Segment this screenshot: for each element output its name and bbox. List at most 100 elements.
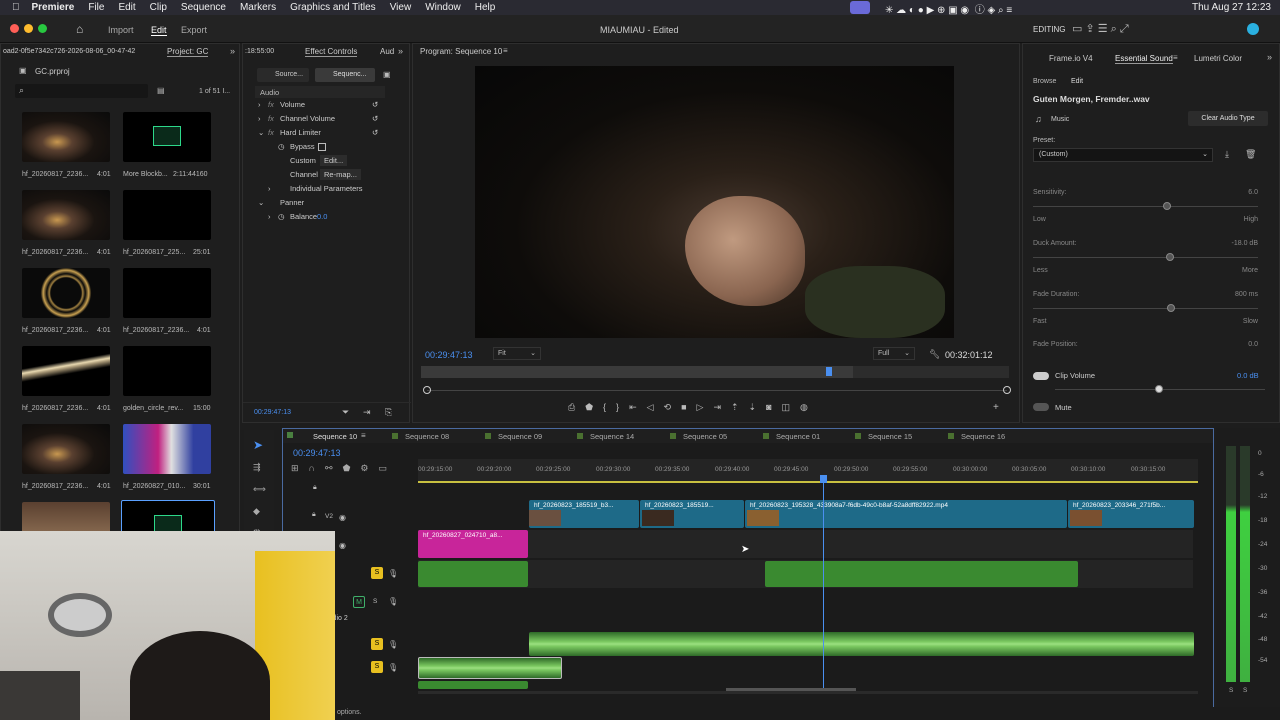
tab-sequence-16[interactable]: Sequence 16 [961, 432, 1005, 441]
panel-layout-icon[interactable]: ▣ [383, 70, 391, 79]
tab-sequence-05[interactable]: Sequence 05 [683, 432, 727, 441]
mark-out-icon[interactable]: } [616, 402, 619, 416]
export-icon[interactable]: ⎘ [385, 407, 392, 418]
bypass-checkbox[interactable] [318, 143, 326, 151]
custom-edit-button[interactable]: Edit... [320, 155, 348, 166]
mic-icon[interactable]: 🎙︎ [388, 569, 398, 578]
clip-volume-toggle[interactable] [1033, 372, 1049, 380]
solo-button[interactable]: S [371, 661, 383, 673]
workspace-icons[interactable]: ▭ ⇪ ☰ ⌕ ⤢ [1072, 22, 1129, 36]
program-timeruler[interactable] [421, 366, 1009, 378]
compare-icon[interactable]: ◫ [782, 402, 791, 416]
go-to-in-icon[interactable]: ⇤ [629, 402, 637, 416]
minimize-window-button[interactable] [24, 24, 33, 33]
user-avatar[interactable] [1247, 23, 1259, 35]
channel-remap-button[interactable]: Re-map... [320, 169, 361, 180]
timeline-hscroll[interactable] [418, 688, 1198, 694]
track-label-v2[interactable]: V2 [325, 513, 333, 520]
add-button-icon[interactable]: + [993, 402, 999, 413]
playhead[interactable] [826, 367, 832, 376]
close-icon[interactable] [287, 432, 293, 438]
menu-icon[interactable]: ≡ [1173, 53, 1178, 62]
selection-tool-icon[interactable]: ➤ [253, 438, 263, 452]
duck-slider[interactable] [1033, 253, 1258, 261]
mic-icon[interactable]: 🎙︎ [388, 597, 398, 606]
sensitivity-value[interactable]: 6.0 [1223, 189, 1258, 196]
scroll-thumb[interactable] [726, 688, 856, 691]
a4-clip[interactable] [418, 657, 562, 679]
panel-overflow-icon[interactable]: » [230, 46, 235, 56]
project-thumb[interactable] [123, 346, 211, 396]
v2-clip[interactable]: hf_20260823_203346_271f5b... [1068, 500, 1194, 528]
add-marker-icon[interactable]: ⬟ [343, 463, 351, 477]
stop-icon[interactable]: ■ [681, 402, 686, 416]
reset-icon[interactable]: ↺ [372, 100, 378, 109]
expand-icon[interactable]: › [258, 114, 261, 123]
ripple-edit-icon[interactable]: ⟺ [253, 484, 266, 495]
razor-tool-icon[interactable]: ◆ [253, 506, 260, 517]
go-to-out-icon[interactable]: ⇥ [713, 402, 721, 416]
mark-in-icon[interactable]: { [603, 402, 606, 416]
v1-clip[interactable]: hf_20260827_024710_a8... [418, 530, 528, 558]
linked-selection-icon[interactable]: ⚯ [325, 463, 333, 477]
duck-value[interactable]: -18.0 dB [1213, 240, 1258, 247]
project-thumb[interactable] [22, 112, 110, 162]
ec-row-volume[interactable]: › fx Volume ↺ [258, 100, 403, 113]
project-thumb[interactable] [123, 190, 211, 240]
timeline-settings-icon[interactable]: ⚙ [360, 463, 368, 477]
mute-toggle[interactable] [1033, 403, 1049, 411]
a5-clip[interactable] [418, 681, 528, 689]
expand-icon[interactable]: › [258, 100, 261, 109]
project-tab[interactable]: Project: GC [167, 47, 209, 57]
reset-icon[interactable]: ↺ [372, 128, 378, 137]
timeline-playhead[interactable] [823, 476, 824, 691]
close-window-button[interactable] [10, 24, 19, 33]
menu-help[interactable]: Help [475, 2, 496, 13]
expand-icon[interactable]: › [268, 212, 271, 221]
balance-value[interactable]: 0.0 [317, 212, 327, 221]
step-back-icon[interactable]: ◁ [647, 402, 654, 416]
v2-clip[interactable]: hf_20260823_185519_b3... [529, 500, 639, 528]
preset-dropdown[interactable]: (Custom) ⌄ [1033, 148, 1213, 162]
collapse-icon[interactable]: ⌄ [258, 128, 264, 137]
lock-icon[interactable]: 🔒︎ [312, 511, 316, 519]
tab-sequence-10[interactable]: Sequence 10 [313, 432, 357, 441]
save-preset-icon[interactable]: ⤓ [1225, 149, 1229, 160]
zoom-handle-right[interactable] [1003, 386, 1011, 394]
tab-sequence-14[interactable]: Sequence 14 [590, 432, 634, 441]
tab-lumetri[interactable]: Lumetri Color [1194, 54, 1242, 63]
zoom-bar[interactable] [423, 386, 1011, 394]
menu-icon[interactable]: ≡ [361, 431, 366, 440]
collapse-icon[interactable]: ⌄ [258, 198, 264, 207]
solo-s[interactable]: S [373, 598, 377, 605]
video-frame[interactable] [475, 66, 954, 338]
playhead-handle[interactable] [820, 475, 827, 483]
filter-icon[interactable]: ⏷ [342, 407, 349, 418]
project-thumb[interactable] [123, 112, 211, 162]
ec-row-channel-volume[interactable]: › fx Channel Volume ↺ [258, 114, 403, 127]
loop-icon[interactable]: ⟲ [664, 402, 672, 416]
menu-graphics[interactable]: Graphics and Titles [290, 2, 376, 13]
quality-dropdown[interactable]: Full ⌄ [873, 347, 915, 360]
menu-sequence[interactable]: Sequence [181, 2, 226, 13]
sequence-button[interactable]: Sequenc... [315, 68, 375, 82]
menu-markers[interactable]: Markers [240, 2, 276, 13]
audio-tab[interactable]: Aud [380, 47, 394, 56]
edit-tab[interactable]: Edit [1071, 78, 1083, 85]
insert-sequence-icon[interactable]: ⊞ [291, 463, 299, 477]
zoom-window-button[interactable] [38, 24, 47, 33]
project-thumb[interactable] [123, 424, 211, 474]
mute-button[interactable]: M [353, 596, 365, 608]
delete-preset-icon[interactable]: 🗑︎ [1245, 149, 1256, 160]
slider-knob[interactable] [1163, 202, 1171, 210]
edit-tab[interactable]: Edit [151, 25, 167, 36]
fade-position-value[interactable]: 0.0 [1223, 341, 1258, 348]
clear-audio-type-button[interactable]: Clear Audio Type [1188, 111, 1268, 126]
slider-knob[interactable] [1155, 385, 1163, 393]
mic-icon[interactable]: 🎙︎ [388, 663, 398, 672]
search-input[interactable]: ⌕ [15, 84, 148, 98]
extract-icon[interactable]: ⇣ [749, 402, 757, 416]
program-timecode[interactable]: 00:29:47:13 [425, 350, 473, 360]
apple-icon[interactable]:  [12, 2, 20, 13]
ec-row-hard-limiter[interactable]: ⌄ fx Hard Limiter ↺ [258, 128, 403, 141]
